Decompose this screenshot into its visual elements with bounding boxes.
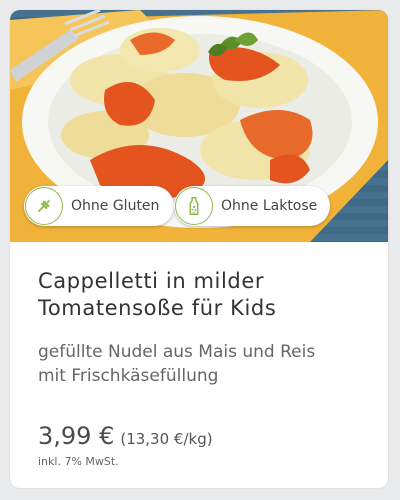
badge-lactose-free-label: Ohne Laktose [221, 198, 318, 214]
badge-gluten-free-label: Ohne Gluten [71, 198, 160, 214]
product-title-line1: Cappelletti in milder [38, 269, 265, 293]
product-title[interactable]: Cappelletti in milder Tomatensoße für Ki… [38, 268, 368, 322]
milk-bottle-icon [175, 187, 213, 225]
badge-gluten-free: Ohne Gluten [24, 186, 174, 226]
product-description-line2: mit Frischkäsefüllung [38, 366, 219, 386]
unit-price: (13,30 €/kg) [120, 430, 213, 448]
product-description: gefüllte Nudel aus Mais und Reis mit Fri… [38, 340, 368, 388]
vat-note: inkl. 7% MwSt. [38, 455, 119, 468]
product-title-line2: Tomatensoße für Kids [38, 296, 277, 320]
price: 3,99 € [38, 422, 115, 450]
product-card[interactable]: Ohne Gluten Ohne Laktose Cappelletti in … [10, 10, 388, 488]
price-row: 3,99 € (13,30 €/kg) [38, 422, 213, 450]
product-description-line1: gefüllte Nudel aus Mais und Reis [38, 342, 316, 362]
wheat-icon [25, 187, 63, 225]
badge-lactose-free: Ohne Laktose [174, 186, 330, 226]
